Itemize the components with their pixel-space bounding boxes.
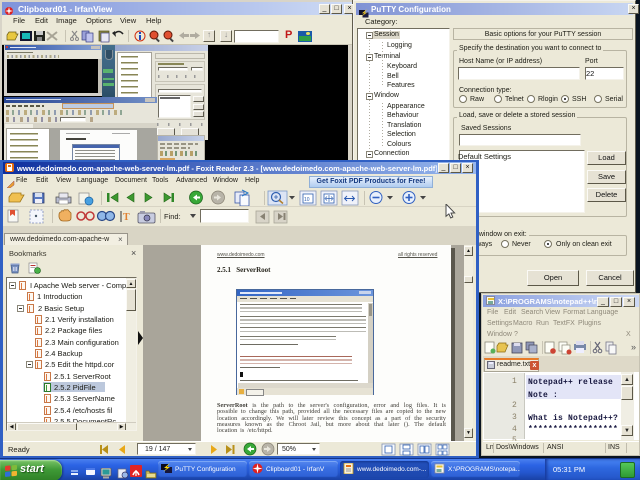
svg-text:T: T xyxy=(123,212,130,223)
svg-text:10: 10 xyxy=(304,197,310,203)
